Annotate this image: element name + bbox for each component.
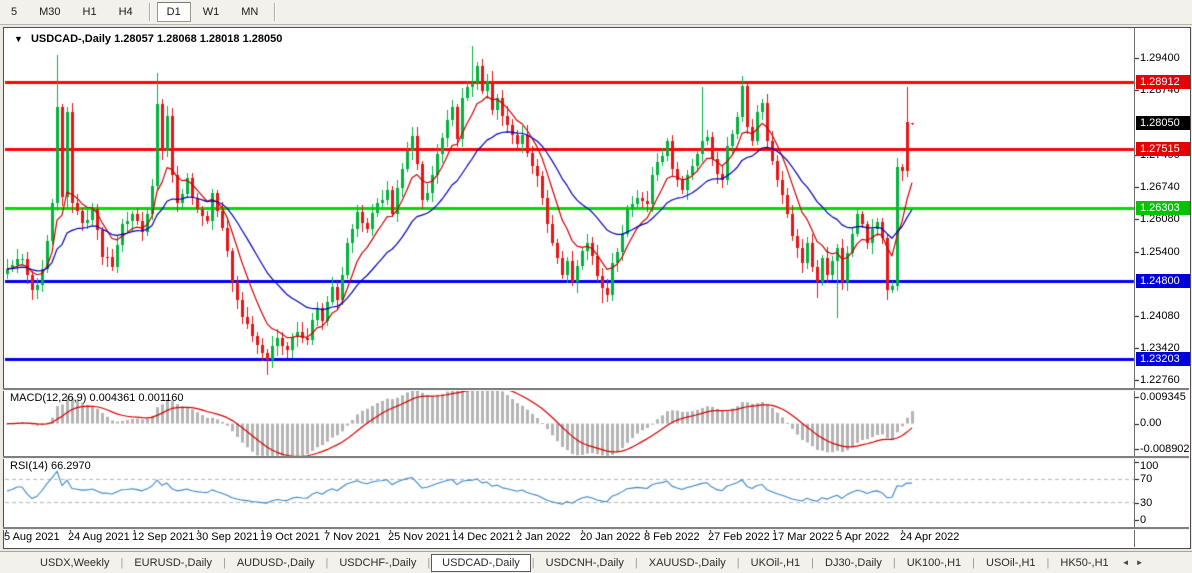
chart-symbol-label: USDCAD-,Daily bbox=[31, 33, 111, 45]
date-tick-label: 8 Feb 2022 bbox=[644, 531, 700, 543]
current-price-badge: 1.28050 bbox=[1136, 116, 1190, 130]
macd-pane-separator bbox=[3, 388, 1189, 391]
rsi-axis-label: 0 bbox=[1140, 514, 1146, 526]
price-level-badge: 1.23203 bbox=[1136, 352, 1190, 366]
date-tick-label: 25 Nov 2021 bbox=[388, 531, 450, 543]
chart-title: ▼ USDCAD-,Daily 1.28057 1.28068 1.28018 … bbox=[14, 33, 282, 45]
price-level-badge: 1.26303 bbox=[1136, 201, 1190, 215]
price-level-badge: 1.28912 bbox=[1136, 75, 1190, 89]
price-tick-label: 1.25400 bbox=[1140, 246, 1180, 258]
rsi-axis-label: 100 bbox=[1140, 460, 1158, 472]
trading-terminal: 5M30H1H4D1W1MN ▼ USDCAD-,Daily 1.28057 1… bbox=[0, 0, 1192, 573]
price-tick-label: 1.24080 bbox=[1140, 310, 1180, 322]
macd-axis-zero-label: 0.00 bbox=[1140, 417, 1161, 429]
price-level-badge: 1.24800 bbox=[1136, 274, 1190, 288]
price-tick-label: 1.22760 bbox=[1140, 374, 1180, 386]
date-axis-separator bbox=[3, 527, 1189, 530]
macd-axis-bottom-label: -0.008902 bbox=[1140, 443, 1190, 455]
date-tick-label: 27 Feb 2022 bbox=[708, 531, 770, 543]
rsi-indicator-label: RSI(14) 66.2970 bbox=[10, 460, 91, 472]
price-level-badge: 1.27515 bbox=[1136, 142, 1190, 156]
price-axis-separator bbox=[1134, 27, 1135, 547]
date-tick-label: 5 Apr 2022 bbox=[836, 531, 889, 543]
macd-indicator-label: MACD(12,26,9) 0.004361 0.001160 bbox=[10, 392, 183, 404]
date-tick-label: 2 Jan 2022 bbox=[516, 531, 570, 543]
date-tick-label: 14 Dec 2021 bbox=[452, 531, 514, 543]
date-tick-label: 24 Apr 2022 bbox=[900, 531, 959, 543]
date-tick-label: 12 Sep 2021 bbox=[132, 531, 194, 543]
date-tick-label: 19 Oct 2021 bbox=[260, 531, 320, 543]
macd-axis-top-label: 0.009345 bbox=[1140, 391, 1186, 403]
date-tick-label: 30 Sep 2021 bbox=[196, 531, 258, 543]
date-tick-label: 20 Jan 2022 bbox=[580, 531, 641, 543]
price-chart-canvas[interactable] bbox=[0, 0, 1192, 573]
price-tick-label: 1.26740 bbox=[1140, 181, 1180, 193]
date-tick-label: 5 Aug 2021 bbox=[4, 531, 60, 543]
chevron-down-icon[interactable]: ▼ bbox=[14, 34, 23, 44]
date-tick-label: 17 Mar 2022 bbox=[772, 531, 834, 543]
rsi-axis-label: 70 bbox=[1140, 473, 1152, 485]
rsi-axis-label: 30 bbox=[1140, 497, 1152, 509]
chart-ohlc-values: 1.28057 1.28068 1.28018 1.28050 bbox=[114, 33, 282, 45]
price-tick-label: 1.29400 bbox=[1140, 52, 1180, 64]
rsi-pane-separator bbox=[3, 456, 1189, 459]
date-tick-label: 7 Nov 2021 bbox=[324, 531, 380, 543]
date-tick-label: 24 Aug 2021 bbox=[68, 531, 130, 543]
